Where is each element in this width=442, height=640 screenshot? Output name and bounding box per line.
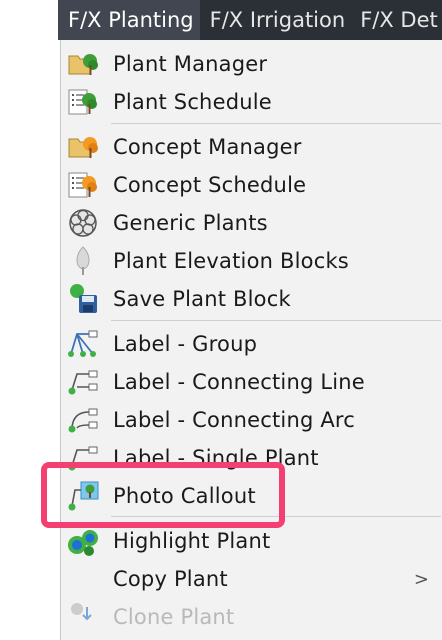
menu-separator [111, 516, 441, 517]
label-group-icon [68, 330, 98, 357]
menu-item-label: Copy Plant [113, 567, 228, 591]
generic-plants-icon [69, 209, 97, 237]
menu-item-highlight-plant[interactable]: Highlight Plant [61, 522, 442, 560]
label-single-icon [68, 446, 98, 471]
elevation-blocks-icon [76, 246, 90, 275]
menu-item-label: Label - Group [113, 332, 258, 356]
menu-item-label-single-plant[interactable]: Label - Single Plant [61, 439, 442, 477]
menu-item-label: Plant Manager [113, 52, 268, 76]
menu-item-label: Label - Single Plant [113, 446, 319, 470]
plant-schedule-icon [68, 89, 97, 115]
concept-manager-icon [68, 137, 98, 158]
menu-item-photo-callout[interactable]: Photo Callout [61, 477, 442, 515]
menu-item-label: Plant Schedule [113, 90, 272, 114]
menu-tab-fx-planting[interactable]: F/X Planting [58, 0, 200, 40]
menu-item-label: Generic Plants [113, 211, 268, 235]
label-line-icon [68, 370, 98, 395]
plant-manager-icon [68, 54, 98, 75]
menu-item-concept-manager[interactable]: Concept Manager [61, 128, 442, 166]
background-area [0, 0, 58, 400]
label-arc-icon [68, 408, 98, 433]
menu-item-label-group[interactable]: Label - Group [61, 325, 442, 363]
menu-item-generic-plants[interactable]: Generic Plants [61, 204, 442, 242]
menu-tab-fx-irrigation[interactable]: F/X Irrigation [200, 0, 351, 40]
menu-item-clone-plant[interactable]: Clone Plant [61, 598, 442, 636]
menu-item-label-connecting-line[interactable]: Label - Connecting Line [61, 363, 442, 401]
menu-item-label: Concept Manager [113, 135, 302, 159]
highlight-plant-icon [68, 530, 98, 556]
menu-item-label: Label - Connecting Arc [113, 408, 356, 432]
menu-item-label: Label - Connecting Line [113, 370, 365, 394]
submenu-arrow-icon: > [413, 568, 429, 590]
menu-item-save-plant-block[interactable]: Save Plant Block [61, 280, 442, 318]
menu-item-plant-schedule[interactable]: Plant Schedule [61, 83, 442, 121]
menu-separator [111, 320, 441, 321]
menu-item-concept-schedule[interactable]: Concept Schedule [61, 166, 442, 204]
menu-item-label-connecting-arc[interactable]: Label - Connecting Arc [61, 401, 442, 439]
photo-callout-icon [68, 481, 99, 511]
menu-item-label: Plant Elevation Blocks [113, 249, 349, 273]
concept-schedule-icon [68, 172, 97, 198]
menu-bar: F/X Planting F/X Irrigation F/X Det [58, 0, 442, 40]
menu-item-copy-plant[interactable]: Copy Plant > [61, 560, 442, 598]
menu-item-label: Concept Schedule [113, 173, 307, 197]
menu-item-plant-elevation-blocks[interactable]: Plant Elevation Blocks [61, 242, 442, 280]
menu-item-plant-manager[interactable]: Plant Manager [61, 45, 442, 83]
planting-dropdown-menu: Plant Manager Plant Schedule Concept Man… [60, 40, 442, 640]
menu-item-label: Photo Callout [113, 484, 256, 508]
menu-separator [111, 123, 441, 124]
menu-tab-fx-details[interactable]: F/X Det [350, 0, 442, 40]
menu-item-label: Clone Plant [113, 605, 235, 629]
save-block-icon [70, 284, 97, 313]
clone-plant-icon [71, 603, 92, 621]
menu-item-label: Highlight Plant [113, 529, 271, 553]
menu-item-label: Save Plant Block [113, 287, 291, 311]
